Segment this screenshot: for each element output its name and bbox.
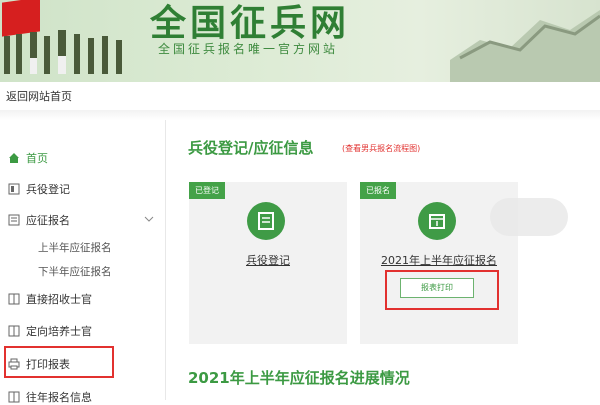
registration-card[interactable]: 已登记 兵役登记	[189, 182, 347, 344]
card-label[interactable]: 兵役登记	[189, 252, 347, 268]
sidebar-item-label: 首页	[26, 152, 48, 165]
sidebar-item-home[interactable]: 首页	[8, 150, 48, 166]
book-icon	[8, 391, 20, 403]
card-label[interactable]: 2021年上半年应征报名	[360, 252, 518, 268]
section-title: 兵役登记/应征信息	[188, 139, 314, 157]
chevron-down-icon[interactable]	[144, 214, 154, 224]
floating-button[interactable]	[490, 198, 568, 236]
form-icon	[8, 214, 20, 226]
sidebar-item-label: 直接招收士官	[26, 293, 92, 306]
back-home-link[interactable]: 返回网站首页	[6, 88, 72, 104]
book-icon	[8, 325, 20, 337]
sidebar-item-label: 兵役登记	[26, 183, 70, 196]
progress-title: 2021年上半年应征报名进展情况	[188, 369, 410, 387]
home-icon	[9, 153, 19, 163]
sidebar-item-enlistment[interactable]: 应征报名	[8, 212, 70, 228]
status-badge: 已登记	[189, 182, 225, 199]
top-nav: 返回网站首页	[0, 82, 600, 111]
site-subtitle: 全国征兵报名唯一官方网站	[158, 42, 339, 56]
calendar-icon	[418, 202, 456, 240]
status-badge: 已报名	[360, 182, 396, 199]
print-button-highlight	[385, 270, 499, 310]
print-report-highlight	[4, 346, 114, 378]
great-wall-image	[450, 10, 600, 82]
sidebar-subitem-second-half[interactable]: 下半年应征报名	[38, 264, 112, 279]
id-card-icon	[8, 183, 20, 195]
site-banner: 全国征兵网 全国征兵报名唯一官方网站	[0, 0, 600, 82]
sidebar-item-directed-nco[interactable]: 定向培养士官	[8, 323, 92, 339]
sidebar-item-label: 往年报名信息	[26, 391, 92, 404]
sidebar-subitem-first-half[interactable]: 上半年应征报名	[38, 240, 112, 255]
soldiers-image	[4, 30, 122, 74]
sidebar-item-direct-nco[interactable]: 直接招收士官	[8, 291, 92, 307]
book-icon	[8, 293, 20, 305]
registration-icon	[247, 202, 285, 240]
flowchart-link[interactable]: (查看男兵报名流程图)	[342, 143, 420, 154]
divider	[0, 110, 600, 120]
sidebar-item-previous-years[interactable]: 往年报名信息	[8, 389, 92, 405]
sidebar-item-label: 定向培养士官	[26, 325, 92, 338]
sidebar-item-military-registration[interactable]: 兵役登记	[8, 181, 70, 197]
sidebar-item-label: 应征报名	[26, 214, 70, 227]
